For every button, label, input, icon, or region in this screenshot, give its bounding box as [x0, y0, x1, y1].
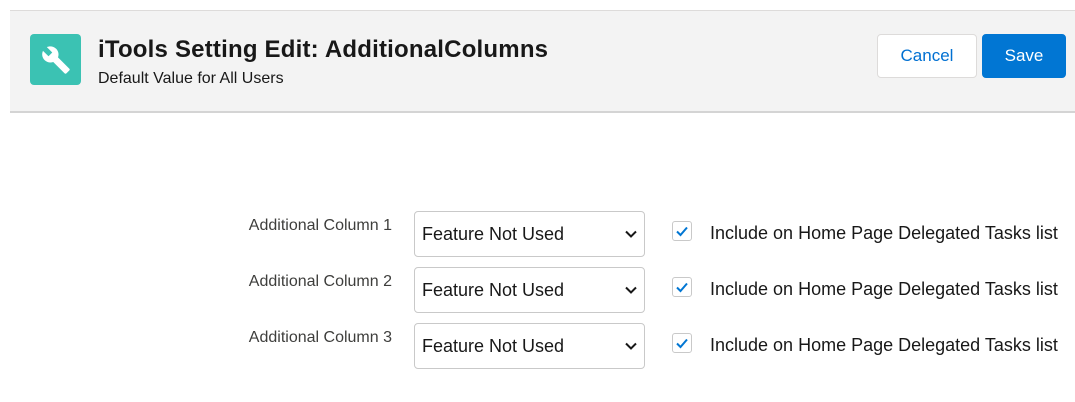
checkmark-icon	[676, 282, 688, 293]
checkmark-icon	[676, 338, 688, 349]
additional-column-3-select[interactable]: Feature Not Used	[414, 323, 645, 369]
additional-column-2-select[interactable]: Feature Not Used	[414, 267, 645, 313]
setting-row-3: Additional Column 3 Feature Not Used Inc…	[0, 323, 1075, 369]
page-title: iTools Setting Edit: AdditionalColumns	[98, 36, 549, 63]
cancel-button[interactable]: Cancel	[877, 34, 977, 78]
select-value: Feature Not Used	[422, 280, 565, 300]
select-value: Feature Not Used	[422, 224, 565, 244]
delegated-tasks-label-1: Include on Home Page Delegated Tasks lis…	[710, 223, 1058, 243]
additional-column-3-label: Additional Column 3	[248, 329, 392, 346]
checkmark-icon	[676, 226, 688, 237]
additional-column-1-select[interactable]: Feature Not Used	[414, 211, 645, 257]
delegated-tasks-checkbox-2[interactable]	[672, 277, 692, 297]
additional-column-1-label: Additional Column 1	[248, 217, 392, 234]
setting-row-1: Additional Column 1 Feature Not Used Inc…	[0, 211, 1075, 257]
wrench-icon	[30, 34, 81, 85]
save-button[interactable]: Save	[982, 34, 1066, 78]
chevron-down-icon	[625, 286, 637, 294]
page-header: iTools Setting Edit: AdditionalColumns D…	[10, 10, 1075, 113]
delegated-tasks-checkbox-1[interactable]	[672, 221, 692, 241]
delegated-tasks-label-2: Include on Home Page Delegated Tasks lis…	[710, 279, 1058, 299]
page-subtitle: Default Value for All Users	[98, 70, 284, 87]
chevron-down-icon	[625, 230, 637, 238]
additional-column-2-label: Additional Column 2	[248, 273, 392, 290]
delegated-tasks-checkbox-3[interactable]	[672, 333, 692, 353]
select-value: Feature Not Used	[422, 336, 565, 356]
delegated-tasks-label-3: Include on Home Page Delegated Tasks lis…	[710, 335, 1058, 355]
chevron-down-icon	[625, 342, 637, 350]
setting-row-2: Additional Column 2 Feature Not Used Inc…	[0, 267, 1075, 313]
